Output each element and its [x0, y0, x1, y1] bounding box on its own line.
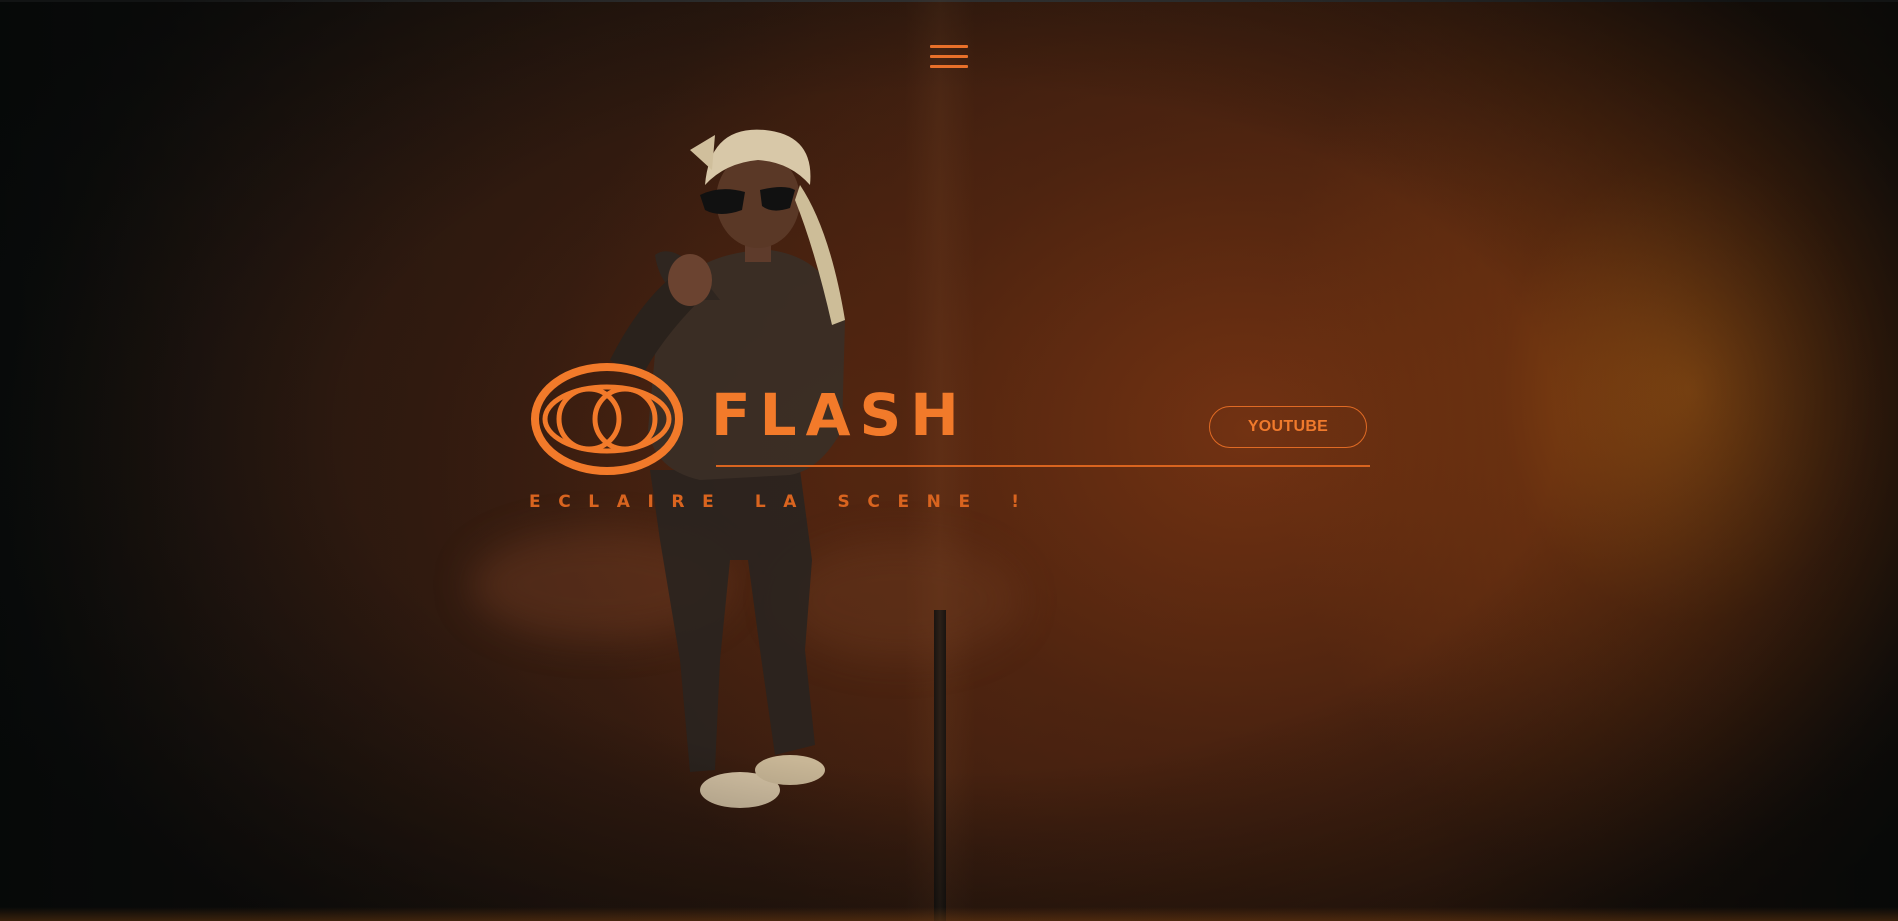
youtube-button[interactable]: YOUTUBE: [1209, 406, 1367, 448]
eye-logo-icon: [531, 363, 683, 475]
brand-title: FLASH: [711, 381, 968, 449]
menu-bar: [930, 45, 968, 48]
brand-tagline: ECLAIRE LA SCENE !: [529, 492, 1037, 512]
hamburger-menu-icon[interactable]: [930, 45, 968, 71]
menu-bar: [930, 65, 968, 68]
header-divider: [716, 465, 1370, 467]
hero-section: FLASH YOUTUBE ECLAIRE LA SCENE !: [0, 0, 1898, 921]
menu-bar: [930, 55, 968, 58]
bottom-glow: [0, 907, 1898, 921]
performer-image: [610, 129, 845, 808]
